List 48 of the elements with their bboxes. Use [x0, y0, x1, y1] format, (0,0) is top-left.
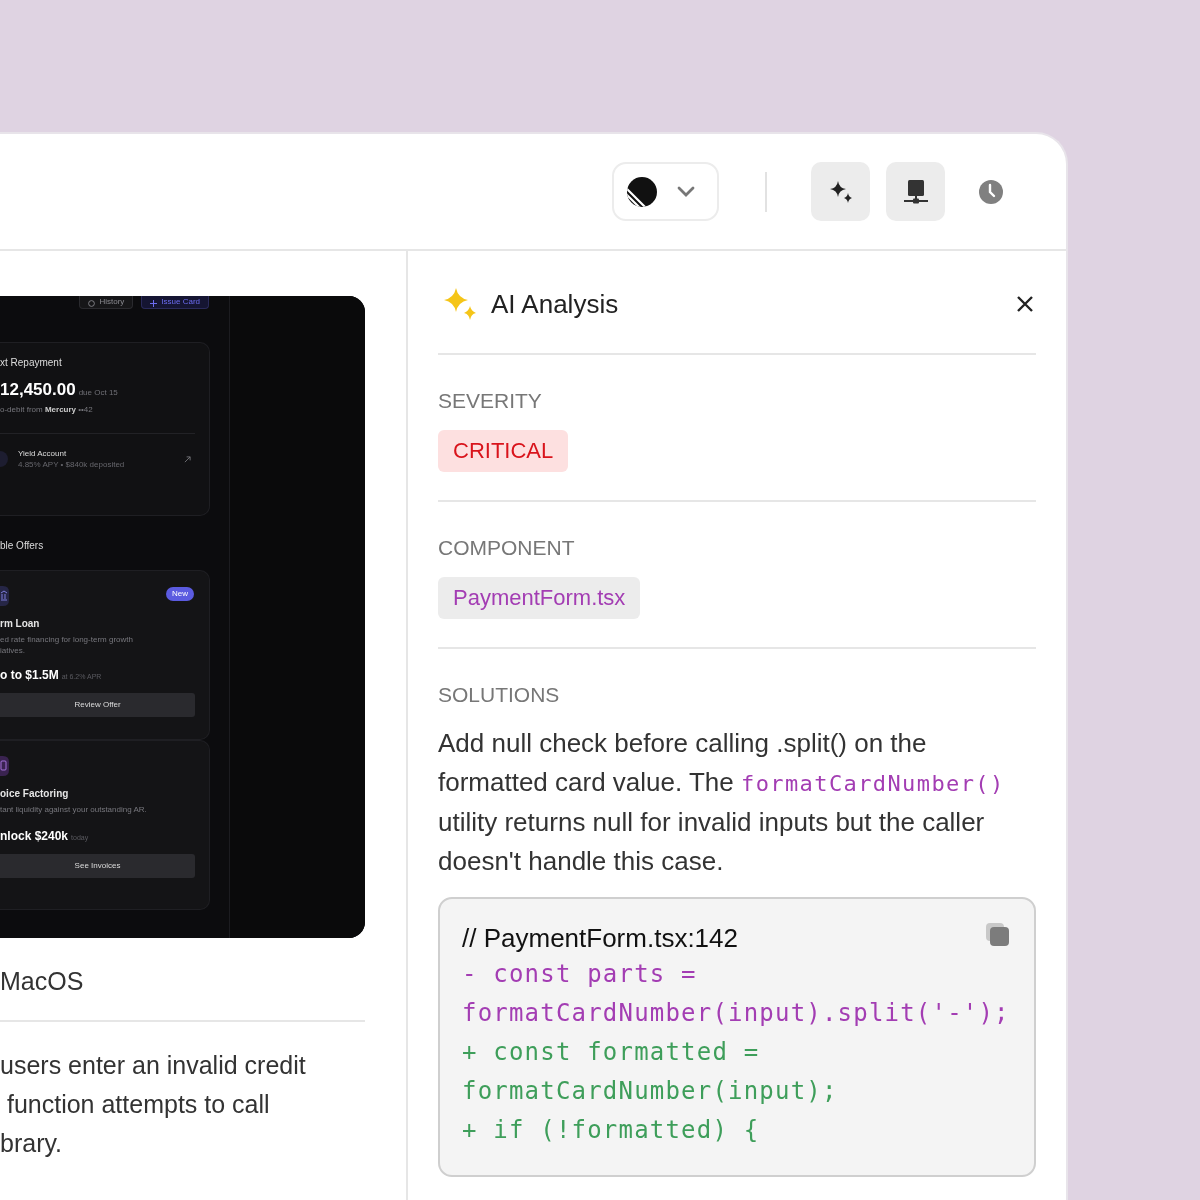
plus-icon — [150, 300, 158, 307]
offer-amount: nlock $240k — [0, 829, 69, 843]
code-comment: // PaymentForm.tsx:142 — [462, 922, 738, 955]
theme-dropdown[interactable] — [612, 162, 719, 221]
section-label: SEVERITY — [438, 388, 543, 414]
offer-button[interactable]: See Invoices — [0, 853, 195, 878]
section-label: COMPONENT — [438, 535, 576, 561]
offer-amount: o to $1.5M — [0, 668, 59, 682]
added-code-line: + const formatted = — [462, 1037, 761, 1068]
history-button[interactable]: History — [79, 296, 134, 309]
chevron-down-icon — [677, 185, 695, 198]
contrast-icon — [627, 176, 657, 207]
section-label: SOLUTIONS — [438, 682, 561, 708]
severity-badge: CRITICAL — [438, 430, 569, 472]
offer-button[interactable]: Review Offer — [0, 692, 195, 717]
bank-icon — [0, 586, 9, 606]
offer-title: rm Loan — [0, 618, 41, 630]
account-detail: 4.85% APY • $840k deposited — [18, 459, 125, 470]
due-date: due Oct 15 — [78, 387, 118, 399]
added-code-line: formatCardNumber(input); — [462, 1076, 839, 1107]
amount: 12,450.00 — [0, 380, 76, 400]
section-title: ble Offers — [0, 540, 45, 552]
description: users enter an invalid credit function attempts to call brary. — [0, 1050, 307, 1159]
autodebit-text: o-debit from Mercury ••42 — [0, 405, 94, 415]
card-title: xt Repayment — [0, 357, 63, 369]
account-icon — [0, 451, 8, 467]
removed-code-line: - const parts = — [462, 959, 698, 990]
offer-description: tant liquidity against your outstanding AR. — [0, 804, 148, 815]
toolbar-button[interactable] — [811, 162, 870, 221]
panel-title: AI Analysis — [491, 287, 619, 321]
solution-text: Add null check before calling .split() on the formatted card value. The formatCardNumber() utility returns null for invalid inputs but the caller doesn't handle this case. — [438, 727, 1006, 878]
toolbar-button[interactable] — [886, 162, 945, 221]
history-icon — [88, 300, 96, 307]
issue-card-button[interactable]: Issue Card — [141, 296, 209, 309]
new-badge: New — [166, 587, 194, 601]
close-icon[interactable] — [1017, 296, 1033, 312]
component-badge: PaymentForm.tsx — [438, 577, 641, 619]
removed-code-line: formatCardNumber(input).split('-'); — [462, 998, 1011, 1029]
arrow-up-right-icon[interactable] — [184, 455, 191, 463]
caption: MacOS — [0, 966, 85, 996]
clock-icon — [978, 179, 1003, 204]
offer-description: ed rate financing for long-term growth iatives. — [0, 634, 134, 656]
invoice-icon — [0, 756, 9, 776]
copy-icon[interactable] — [986, 923, 1010, 947]
account-name: Yield Account — [18, 448, 68, 459]
offer-title: oice Factoring — [0, 788, 70, 800]
monitor-network-icon — [903, 179, 928, 204]
added-code-line: + if (!formatted) { — [462, 1115, 761, 1146]
